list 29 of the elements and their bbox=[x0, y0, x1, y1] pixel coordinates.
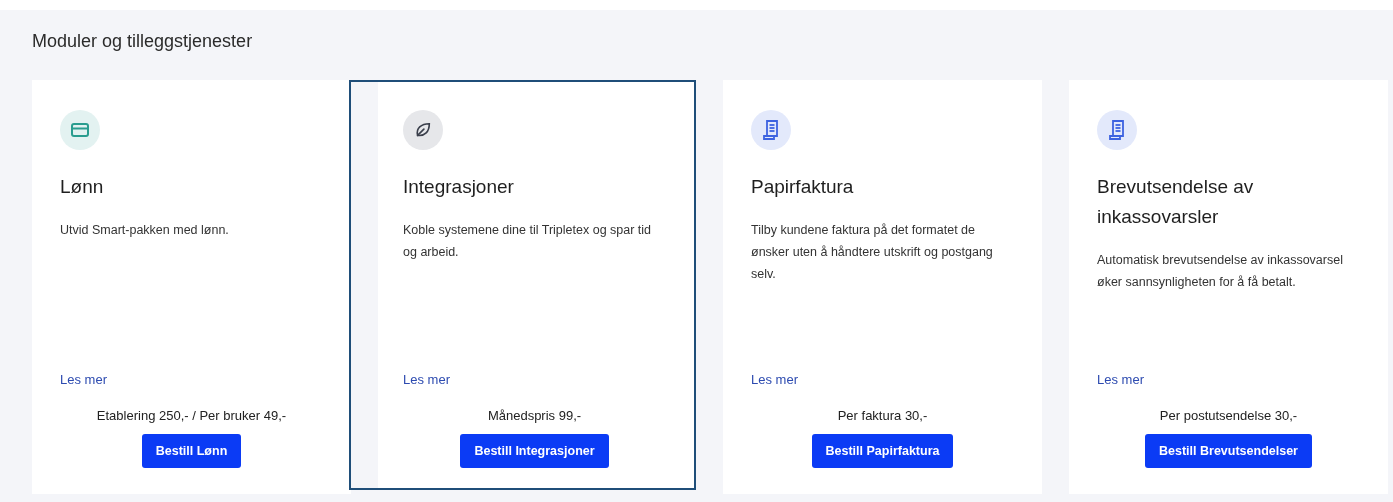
price-text: Per postutsendelse 30,- bbox=[1159, 406, 1298, 425]
module-card[interactable]: Lønn Utvid Smart-pakken med lønn. Les mer Etablering 250,- / Per bruker 49,- Bestill Lønn bbox=[32, 80, 351, 494]
card-description: Utvid Smart-pakken med lønn. bbox=[60, 222, 230, 239]
leaf-icon bbox=[414, 121, 432, 139]
module-card[interactable]: Integrasjoner Koble systemene dine til Tripletex og spar tid og arbeid. Les mer Månedspris 99,- Bestill Integrasjoner bbox=[349, 80, 696, 490]
order-button[interactable]: Bestill Integrasjoner bbox=[460, 434, 609, 468]
price-text: Etablering 250,- / Per bruker 49,- bbox=[96, 406, 287, 425]
order-button[interactable]: Bestill Brevutsendelser bbox=[1145, 434, 1312, 468]
read-more-link[interactable]: Les mer bbox=[1097, 370, 1144, 390]
read-more-link[interactable]: Les mer bbox=[403, 370, 450, 390]
card-heading: Integrasjoner bbox=[403, 175, 515, 199]
module-card[interactable]: Papirfaktura Tilby kundene faktura på det formatet de ønsker uten å håndtere utskrift og postgang selv. Les mer Per faktura 30,- Bestill Papirfaktura bbox=[723, 80, 1042, 494]
card-description: Automatisk brevutsendelse av inkassovarsel øker sannsynligheten for å få betalt. bbox=[1097, 252, 1344, 291]
price-text: Månedspris 99,- bbox=[487, 406, 582, 425]
price-text: Per faktura 30,- bbox=[837, 406, 928, 425]
card-heading: Lønn bbox=[60, 175, 105, 199]
card-description: Koble systemene dine til Tripletex og spar tid og arbeid. bbox=[403, 222, 653, 261]
order-button[interactable]: Bestill Papirfaktura bbox=[811, 434, 954, 468]
read-more-link[interactable]: Les mer bbox=[60, 370, 107, 390]
receipt-icon bbox=[761, 119, 781, 141]
section-title: Moduler og tilleggstjenester bbox=[32, 30, 254, 53]
read-more-link[interactable]: Les mer bbox=[751, 370, 798, 390]
card-heading: Brevutsendelse av inkassovarsler bbox=[1097, 175, 1255, 229]
credit-card-icon bbox=[70, 120, 90, 140]
receipt-icon bbox=[1107, 119, 1127, 141]
card-description: Tilby kundene faktura på det formatet de ønsker uten å håndtere utskrift og postgang selv. bbox=[751, 222, 994, 283]
module-card[interactable]: Brevutsendelse av inkassovarsler Automatisk brevutsendelse av inkassovarsel øker sannsynligheten for å få betalt. Les mer Per postutsendelse 30,- Bestill Brevutsendelser bbox=[1069, 80, 1388, 494]
order-button[interactable]: Bestill Lønn bbox=[141, 434, 242, 468]
card-heading: Papirfaktura bbox=[751, 175, 855, 199]
